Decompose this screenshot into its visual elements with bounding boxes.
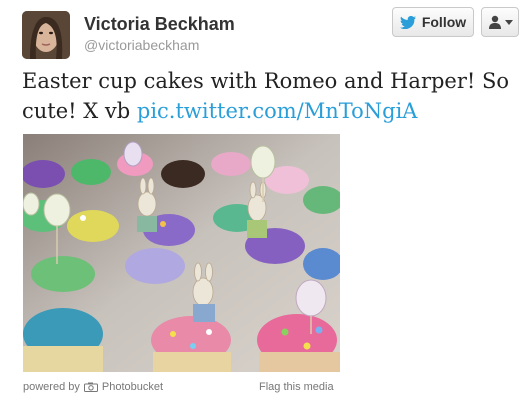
provider-name[interactable]: Photobucket bbox=[102, 381, 163, 393]
easter-cupcakes-photo bbox=[23, 134, 340, 372]
twitter-bird-icon bbox=[399, 15, 416, 29]
profile-name[interactable]: Victoria Beckham bbox=[84, 14, 235, 35]
tweet-text: Easter cup cakes with Romeo and Harper! … bbox=[22, 66, 522, 126]
follow-label: Follow bbox=[421, 14, 467, 30]
profile-handle[interactable]: @victoriabeckham bbox=[84, 37, 199, 53]
caret-down-icon bbox=[504, 19, 513, 25]
flag-media-link[interactable]: Flag this media bbox=[259, 381, 334, 393]
photobucket-camera-icon bbox=[83, 382, 98, 392]
powered-by-label: powered by bbox=[23, 381, 80, 393]
user-actions-menu-button[interactable] bbox=[481, 7, 519, 37]
tweet-photo[interactable] bbox=[23, 134, 340, 372]
tweet-media-link[interactable]: pic.twitter.com/MnToNgiA bbox=[137, 99, 418, 123]
media-attribution: powered by Photobucket bbox=[23, 381, 163, 393]
person-icon bbox=[488, 15, 501, 29]
avatar-portrait-image bbox=[22, 11, 70, 59]
follow-button[interactable]: Follow bbox=[392, 7, 474, 37]
avatar[interactable] bbox=[22, 11, 70, 59]
